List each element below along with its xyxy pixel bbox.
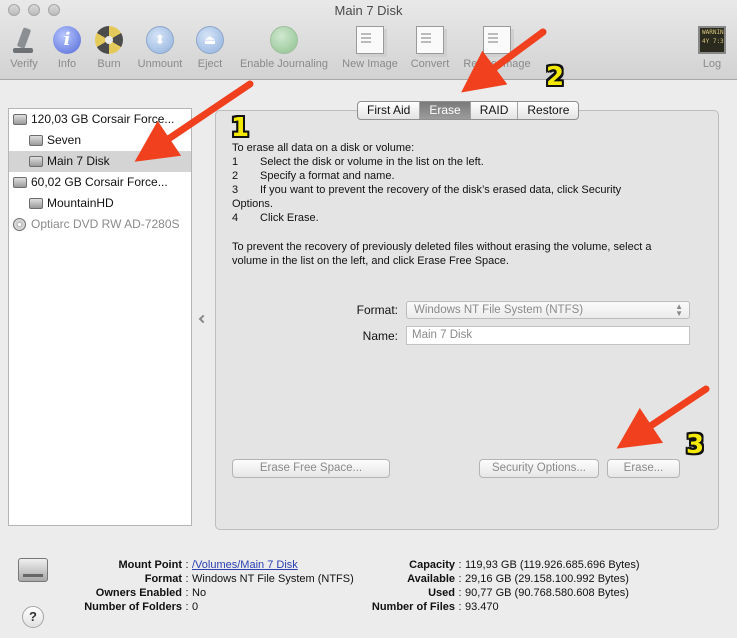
new-image-button[interactable]: New Image xyxy=(340,24,400,70)
burn-button[interactable]: Burn xyxy=(93,24,125,70)
info-label: Info xyxy=(57,58,77,70)
name-row: Name: Main 7 Disk xyxy=(216,326,690,345)
window-title: Main 7 Disk xyxy=(334,3,403,18)
annotation-number-3: 3 xyxy=(686,430,705,460)
mount-point-link[interactable]: /Volumes/Main 7 Disk xyxy=(192,558,298,572)
tab-erase[interactable]: Erase xyxy=(420,102,471,119)
info-number-of-files: Number of Files : 93.470 xyxy=(371,601,499,613)
toolbar: Verify i Info Burn Unmount Eject Enable … xyxy=(0,24,737,76)
format-select[interactable]: Windows NT File System (NTFS) ▲ ▼ xyxy=(406,301,690,319)
verify-label: Verify xyxy=(10,58,38,70)
format-label: Format: xyxy=(356,303,398,317)
unmount-icon xyxy=(146,26,174,54)
burn-icon xyxy=(95,26,123,54)
log-label: Log xyxy=(702,58,722,70)
free-space-instructions: To prevent the recovery of previously de… xyxy=(232,241,652,253)
erase-panel: To erase all data on a disk or volume: 1… xyxy=(215,110,719,530)
burn-label: Burn xyxy=(97,58,121,70)
convert-button[interactable]: Convert xyxy=(408,24,452,70)
hard-disk-icon xyxy=(13,114,27,125)
name-field[interactable]: Main 7 Disk xyxy=(406,326,690,345)
new-image-label: New Image xyxy=(342,58,398,70)
sidebar-item-disk-120gb[interactable]: 120,03 GB Corsair Force... xyxy=(9,109,191,130)
sidebar-item-main-7-disk[interactable]: Main 7 Disk xyxy=(9,151,191,172)
disk-utility-window: Main 7 Disk Verify i Info Burn Unmount E… xyxy=(0,0,737,638)
sidebar-item-label: Main 7 Disk xyxy=(47,154,110,168)
sidebar-item-optical-drive[interactable]: Optiarc DVD RW AD-7280S xyxy=(9,214,191,235)
enable-journaling-label: Enable Journaling xyxy=(239,58,329,70)
eject-button[interactable]: Eject xyxy=(194,24,226,70)
sidebar-item-label: 120,03 GB Corsair Force... xyxy=(31,112,175,126)
erase-step: 2 Specify a format and name. xyxy=(232,170,395,182)
convert-icon xyxy=(416,26,444,54)
erase-instructions: To erase all data on a disk or volume: 1… xyxy=(232,141,712,268)
info-button[interactable]: i Info xyxy=(52,24,82,70)
tab-raid[interactable]: RAID xyxy=(471,102,519,119)
annotation-number-2: 2 xyxy=(546,62,565,92)
info-used: Used : 90,77 GB (90.768.580.608 Bytes) xyxy=(428,587,629,599)
sidebar-item-mountainhd[interactable]: MountainHD xyxy=(9,193,191,214)
info-owners-enabled: Owners Enabled : No xyxy=(95,587,207,599)
sidebar-item-label: Optiarc DVD RW AD-7280S xyxy=(31,217,180,231)
hard-disk-icon xyxy=(18,558,48,582)
log-icon: WARNIN 4Y 7:36 xyxy=(698,26,726,54)
info-available: Available : 29,16 GB (29.158.100.992 Byt… xyxy=(407,573,629,585)
erase-intro: To erase all data on a disk or volume: xyxy=(232,142,415,154)
journaling-icon xyxy=(270,26,298,54)
info-icon: i xyxy=(53,26,81,54)
select-arrows-icon: ▲ ▼ xyxy=(675,302,683,318)
new-image-icon xyxy=(356,26,384,54)
convert-label: Convert xyxy=(410,58,450,70)
title-toolbar: Main 7 Disk Verify i Info Burn Unmount E… xyxy=(0,0,737,80)
tab-restore[interactable]: Restore xyxy=(518,102,578,119)
sidebar-item-label: Seven xyxy=(47,133,82,147)
sidebar-item-label: 60,02 GB Corsair Force... xyxy=(31,175,168,189)
erase-button[interactable]: Erase... xyxy=(607,459,680,478)
resize-image-label: Resize Image xyxy=(463,58,531,70)
resize-image-icon xyxy=(483,26,511,54)
disk-info-bar: ? Mount Point : /Volumes/Main 7 Disk For… xyxy=(0,546,737,638)
log-button[interactable]: WARNIN 4Y 7:36 Log xyxy=(694,24,730,70)
eject-icon xyxy=(196,26,224,54)
hard-disk-icon xyxy=(13,177,27,188)
info-left-column: Mount Point : /Volumes/Main 7 Disk Forma… xyxy=(70,558,354,614)
sidebar-item-seven[interactable]: Seven xyxy=(9,130,191,151)
erase-step: 3 If you want to prevent the recovery of… xyxy=(232,184,622,196)
sidebar-item-label: MountainHD xyxy=(47,196,114,210)
volume-icon xyxy=(29,198,43,209)
annotation-number-1: 1 xyxy=(231,113,250,143)
tab-first-aid[interactable]: First Aid xyxy=(358,102,421,119)
format-row: Format: Windows NT File System (NTFS) ▲ ▼ xyxy=(216,301,690,319)
eject-label: Eject xyxy=(197,58,223,70)
unmount-label: Unmount xyxy=(137,58,183,70)
help-button[interactable]: ? xyxy=(22,606,44,628)
info-right-column: Capacity : 119,93 GB (119.926.685.696 By… xyxy=(360,558,640,614)
optical-disc-icon xyxy=(13,218,26,231)
info-format: Format : Windows NT File System (NTFS) xyxy=(144,573,354,585)
name-label: Name: xyxy=(362,328,398,343)
verify-button[interactable]: Verify xyxy=(6,24,42,70)
info-mount-point: Mount Point : /Volumes/Main 7 Disk xyxy=(118,558,298,572)
erase-free-space-button[interactable]: Erase Free Space... xyxy=(232,459,390,478)
tab-bar: First Aid Erase RAID Restore xyxy=(357,101,580,120)
disk-list[interactable]: 120,03 GB Corsair Force... Seven Main 7 … xyxy=(8,108,192,526)
enable-journaling-button[interactable]: Enable Journaling xyxy=(236,24,332,70)
volume-icon xyxy=(29,135,43,146)
resize-image-button[interactable]: Resize Image xyxy=(460,24,534,70)
erase-step: 4 Click Erase. xyxy=(232,212,319,224)
erase-step-continued: Options. xyxy=(232,198,273,210)
microscope-icon xyxy=(10,26,38,54)
free-space-instructions-2: volume in the list on the left, and clic… xyxy=(232,255,509,267)
volume-icon xyxy=(29,156,43,167)
sidebar-item-disk-60gb[interactable]: 60,02 GB Corsair Force... xyxy=(9,172,191,193)
unmount-button[interactable]: Unmount xyxy=(134,24,186,70)
info-capacity: Capacity : 119,93 GB (119.926.685.696 By… xyxy=(409,559,640,571)
erase-step: 1 Select the disk or volume in the list … xyxy=(232,156,484,168)
info-number-of-folders: Number of Folders : 0 xyxy=(84,601,199,613)
security-options-button[interactable]: Security Options... xyxy=(479,459,599,478)
split-view-handle[interactable] xyxy=(198,314,208,324)
